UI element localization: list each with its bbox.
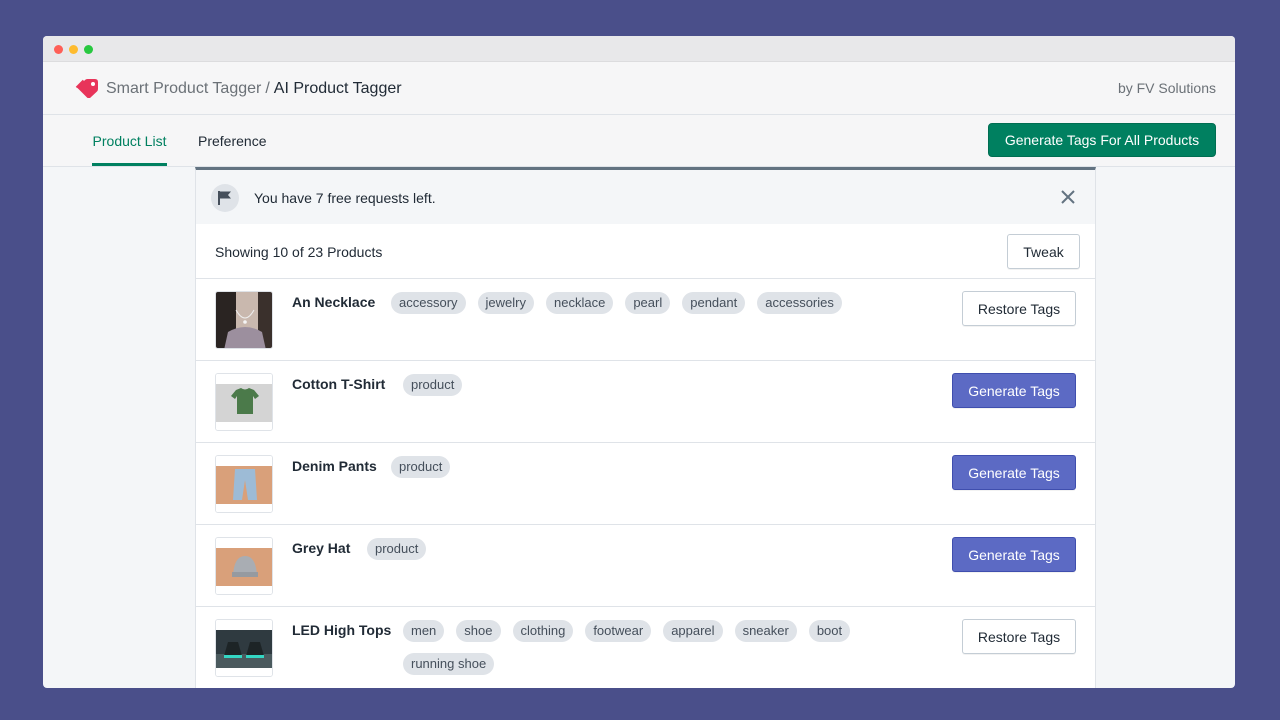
product-thumbnail[interactable] (215, 537, 273, 595)
tag-chip: necklace (546, 292, 614, 314)
tag-chip: apparel (663, 620, 723, 642)
tweak-button[interactable]: Tweak (1007, 234, 1080, 269)
app-window: Smart Product Tagger / AI Product Tagger b… (43, 36, 1235, 688)
generate-tags-button[interactable]: Generate Tags (952, 455, 1076, 490)
info-banner: You have 7 free requests left. (195, 167, 1096, 224)
window-titlebar (43, 36, 1235, 62)
product-list-card: Showing 10 of 23 Products Tweak An Neckl… (195, 224, 1096, 688)
tab-preference[interactable]: Preference (198, 115, 266, 166)
tab-product-list[interactable]: Product List (92, 115, 167, 166)
close-icon[interactable] (1058, 187, 1078, 207)
maximize-window-dot[interactable] (84, 45, 93, 54)
table-row: Grey Hat product Generate Tags (196, 525, 1095, 607)
tag-chip: accessories (757, 292, 842, 314)
product-name[interactable]: Denim Pants (292, 458, 377, 474)
table-row: Cotton T-Shirt product Generate Tags (196, 361, 1095, 443)
tag-list: product (391, 456, 451, 478)
showing-count: Showing 10 of 23 Products (215, 244, 383, 260)
tag-chip: accessory (391, 292, 466, 314)
breadcrumb-current: AI Product Tagger (273, 80, 402, 97)
restore-tags-button[interactable]: Restore Tags (962, 619, 1076, 654)
product-name[interactable]: An Necklace (292, 294, 375, 310)
tag-chip: pendant (682, 292, 746, 314)
flag-icon (211, 184, 239, 212)
tag-chip: running shoe (403, 653, 495, 675)
tag-list: accessory jewelry necklace pearl pendant… (391, 292, 842, 314)
tag-chip: clothing (512, 620, 574, 642)
banner-message: You have 7 free requests left. (254, 190, 436, 206)
generate-all-tags-button[interactable]: Generate Tags For All Products (988, 123, 1216, 157)
table-row: Denim Pants product Generate Tags (196, 443, 1095, 525)
product-thumbnail[interactable] (215, 455, 273, 513)
tag-chip: men (403, 620, 445, 642)
main-content: You have 7 free requests left. Showing 1… (195, 167, 1096, 688)
generate-tags-button[interactable]: Generate Tags (952, 537, 1076, 572)
product-thumbnail[interactable] (215, 619, 273, 677)
product-thumbnail[interactable] (215, 291, 273, 349)
tag-chip: pearl (625, 292, 671, 314)
product-name[interactable]: LED High Tops (292, 622, 391, 638)
byline: by FV Solutions (1117, 80, 1216, 96)
generate-tags-button[interactable]: Generate Tags (952, 373, 1076, 408)
tag-chip: sneaker (734, 620, 797, 642)
breadcrumb-parent[interactable]: Smart Product Tagger (106, 80, 261, 97)
table-row: LED High Tops men shoe clothing footwear… (196, 607, 1095, 688)
tag-list: product (367, 538, 427, 560)
product-name[interactable]: Cotton T-Shirt (292, 376, 385, 392)
list-header: Showing 10 of 23 Products Tweak (196, 224, 1095, 279)
table-row: An Necklace accessory jewelry necklace p… (196, 279, 1095, 361)
product-thumbnail[interactable] (215, 373, 273, 431)
tag-list: product (403, 374, 463, 396)
product-name[interactable]: Grey Hat (292, 540, 350, 556)
tag-chip: shoe (456, 620, 501, 642)
breadcrumb-separator: / (265, 80, 270, 97)
tab-bar: Product List Preference Generate Tags Fo… (43, 115, 1235, 167)
app-header: Smart Product Tagger / AI Product Tagger b… (43, 62, 1235, 115)
tag-logo-icon (75, 79, 98, 98)
tag-chip: boot (808, 620, 851, 642)
tag-chip: product (367, 538, 427, 560)
minimize-window-dot[interactable] (69, 45, 78, 54)
tag-chip: product (403, 374, 463, 396)
tag-chip: product (391, 456, 451, 478)
tag-chip: jewelry (477, 292, 534, 314)
tag-chip: footwear (585, 620, 652, 642)
restore-tags-button[interactable]: Restore Tags (962, 291, 1076, 326)
breadcrumb: Smart Product Tagger / AI Product Tagger (106, 79, 402, 99)
tag-list: men shoe clothing footwear apparel sneak… (403, 620, 883, 675)
close-window-dot[interactable] (54, 45, 63, 54)
